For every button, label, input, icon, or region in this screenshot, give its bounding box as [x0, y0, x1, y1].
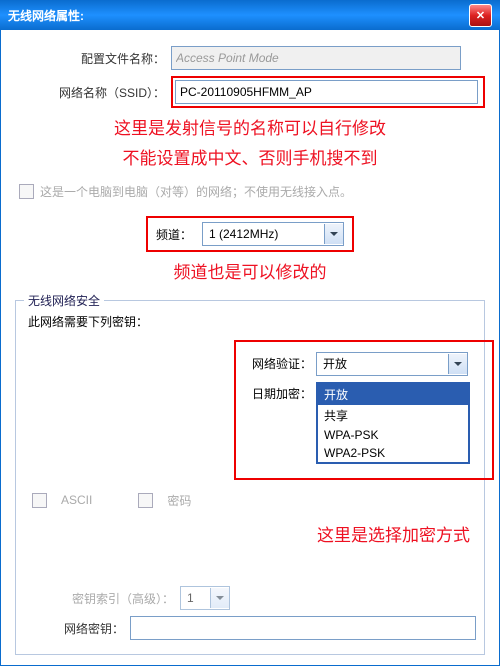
- key-index-select: 1: [180, 586, 230, 610]
- net-key-row: 网络密钥：: [24, 616, 476, 640]
- adhoc-checkbox: [19, 184, 34, 199]
- ssid-note-2: 不能设置成中文、否则手机搜不到: [15, 146, 485, 172]
- channel-dropdown-button[interactable]: [324, 224, 343, 244]
- chevron-down-icon: [330, 232, 338, 236]
- close-icon: ✕: [476, 9, 485, 22]
- auth-dropdown-button[interactable]: [448, 354, 467, 374]
- profile-label: 配置文件名称：: [15, 50, 171, 67]
- net-key-input[interactable]: [130, 616, 476, 640]
- auth-options-highlight: 网络验证： 开放 日期加密： 开放 共享 WPA-PSK WPA2-PSK: [234, 340, 494, 480]
- key-index-row: 密钥索引（高级）： 1: [24, 586, 476, 610]
- bottom-rows: 密钥索引（高级）： 1 网络密钥：: [24, 580, 476, 646]
- chevron-down-icon: [454, 362, 462, 366]
- channel-highlight: 频道： 1 (2412MHz): [146, 216, 354, 252]
- ssid-note-1: 这里是发射信号的名称可以自行修改: [15, 116, 485, 142]
- encrypt-note: 这里是选择加密方式: [24, 523, 470, 549]
- ascii-checkbox: [32, 493, 47, 508]
- auth-label: 网络验证：: [244, 352, 316, 372]
- channel-note: 频道也是可以修改的: [15, 260, 485, 286]
- close-button[interactable]: ✕: [469, 4, 492, 27]
- auth-option-shared[interactable]: 共享: [318, 405, 468, 426]
- auth-value: 开放: [317, 355, 353, 372]
- channel-label: 频道：: [156, 226, 192, 243]
- passcode-checkbox: [138, 493, 153, 508]
- profile-row: 配置文件名称：: [15, 46, 485, 70]
- auth-dropdown-list[interactable]: 开放 共享 WPA-PSK WPA2-PSK: [316, 382, 470, 464]
- channel-row: 频道： 1 (2412MHz): [15, 216, 485, 252]
- auth-row: 网络验证： 开放: [244, 352, 484, 376]
- ssid-highlight: [171, 76, 485, 108]
- key-index-label: 密钥索引（高级）：: [24, 590, 180, 607]
- encrypt-row: 日期加密： 开放 共享 WPA-PSK WPA2-PSK: [244, 382, 484, 464]
- need-key-label: 此网络需要下列密钥：: [28, 313, 476, 330]
- chevron-down-icon: [216, 596, 224, 600]
- security-fieldset: 无线网络安全 此网络需要下列密钥： 网络验证： 开放 日期加密： 开放: [15, 300, 485, 656]
- ascii-label: ASCII: [61, 493, 92, 507]
- ssid-input[interactable]: [175, 80, 478, 104]
- auth-select[interactable]: 开放: [316, 352, 468, 376]
- profile-name-input: [171, 46, 461, 70]
- ssid-label: 网络名称（SSID）：: [15, 84, 171, 101]
- auth-option-wpapsk[interactable]: WPA-PSK: [318, 426, 468, 444]
- net-key-label: 网络密钥：: [24, 620, 130, 637]
- titlebar: 无线网络属性: ✕: [0, 0, 500, 30]
- passcode-label: 密码: [167, 492, 191, 509]
- dialog-content: 配置文件名称： 网络名称（SSID）： 这里是发射信号的名称可以自行修改 不能设…: [0, 30, 500, 666]
- ssid-row: 网络名称（SSID）：: [15, 76, 485, 108]
- auth-option-wpa2psk[interactable]: WPA2-PSK: [318, 444, 468, 462]
- channel-value: 1 (2412MHz): [203, 227, 284, 241]
- key-index-dropdown-button: [210, 588, 229, 608]
- window-title: 无线网络属性:: [8, 7, 84, 24]
- key-index-value: 1: [181, 591, 200, 605]
- security-inner: 此网络需要下列密钥： 网络验证： 开放 日期加密： 开放 共享: [24, 313, 476, 647]
- auth-option-open[interactable]: 开放: [318, 384, 468, 405]
- ascii-row: ASCII 密码: [32, 492, 476, 509]
- adhoc-label: 这是一个电脑到电脑（对等）的网络；不使用无线接入点。: [40, 183, 352, 200]
- security-legend: 无线网络安全: [24, 292, 104, 309]
- channel-select[interactable]: 1 (2412MHz): [202, 222, 344, 246]
- encrypt-label: 日期加密：: [244, 382, 316, 402]
- adhoc-row: 这是一个电脑到电脑（对等）的网络；不使用无线接入点。: [19, 183, 485, 200]
